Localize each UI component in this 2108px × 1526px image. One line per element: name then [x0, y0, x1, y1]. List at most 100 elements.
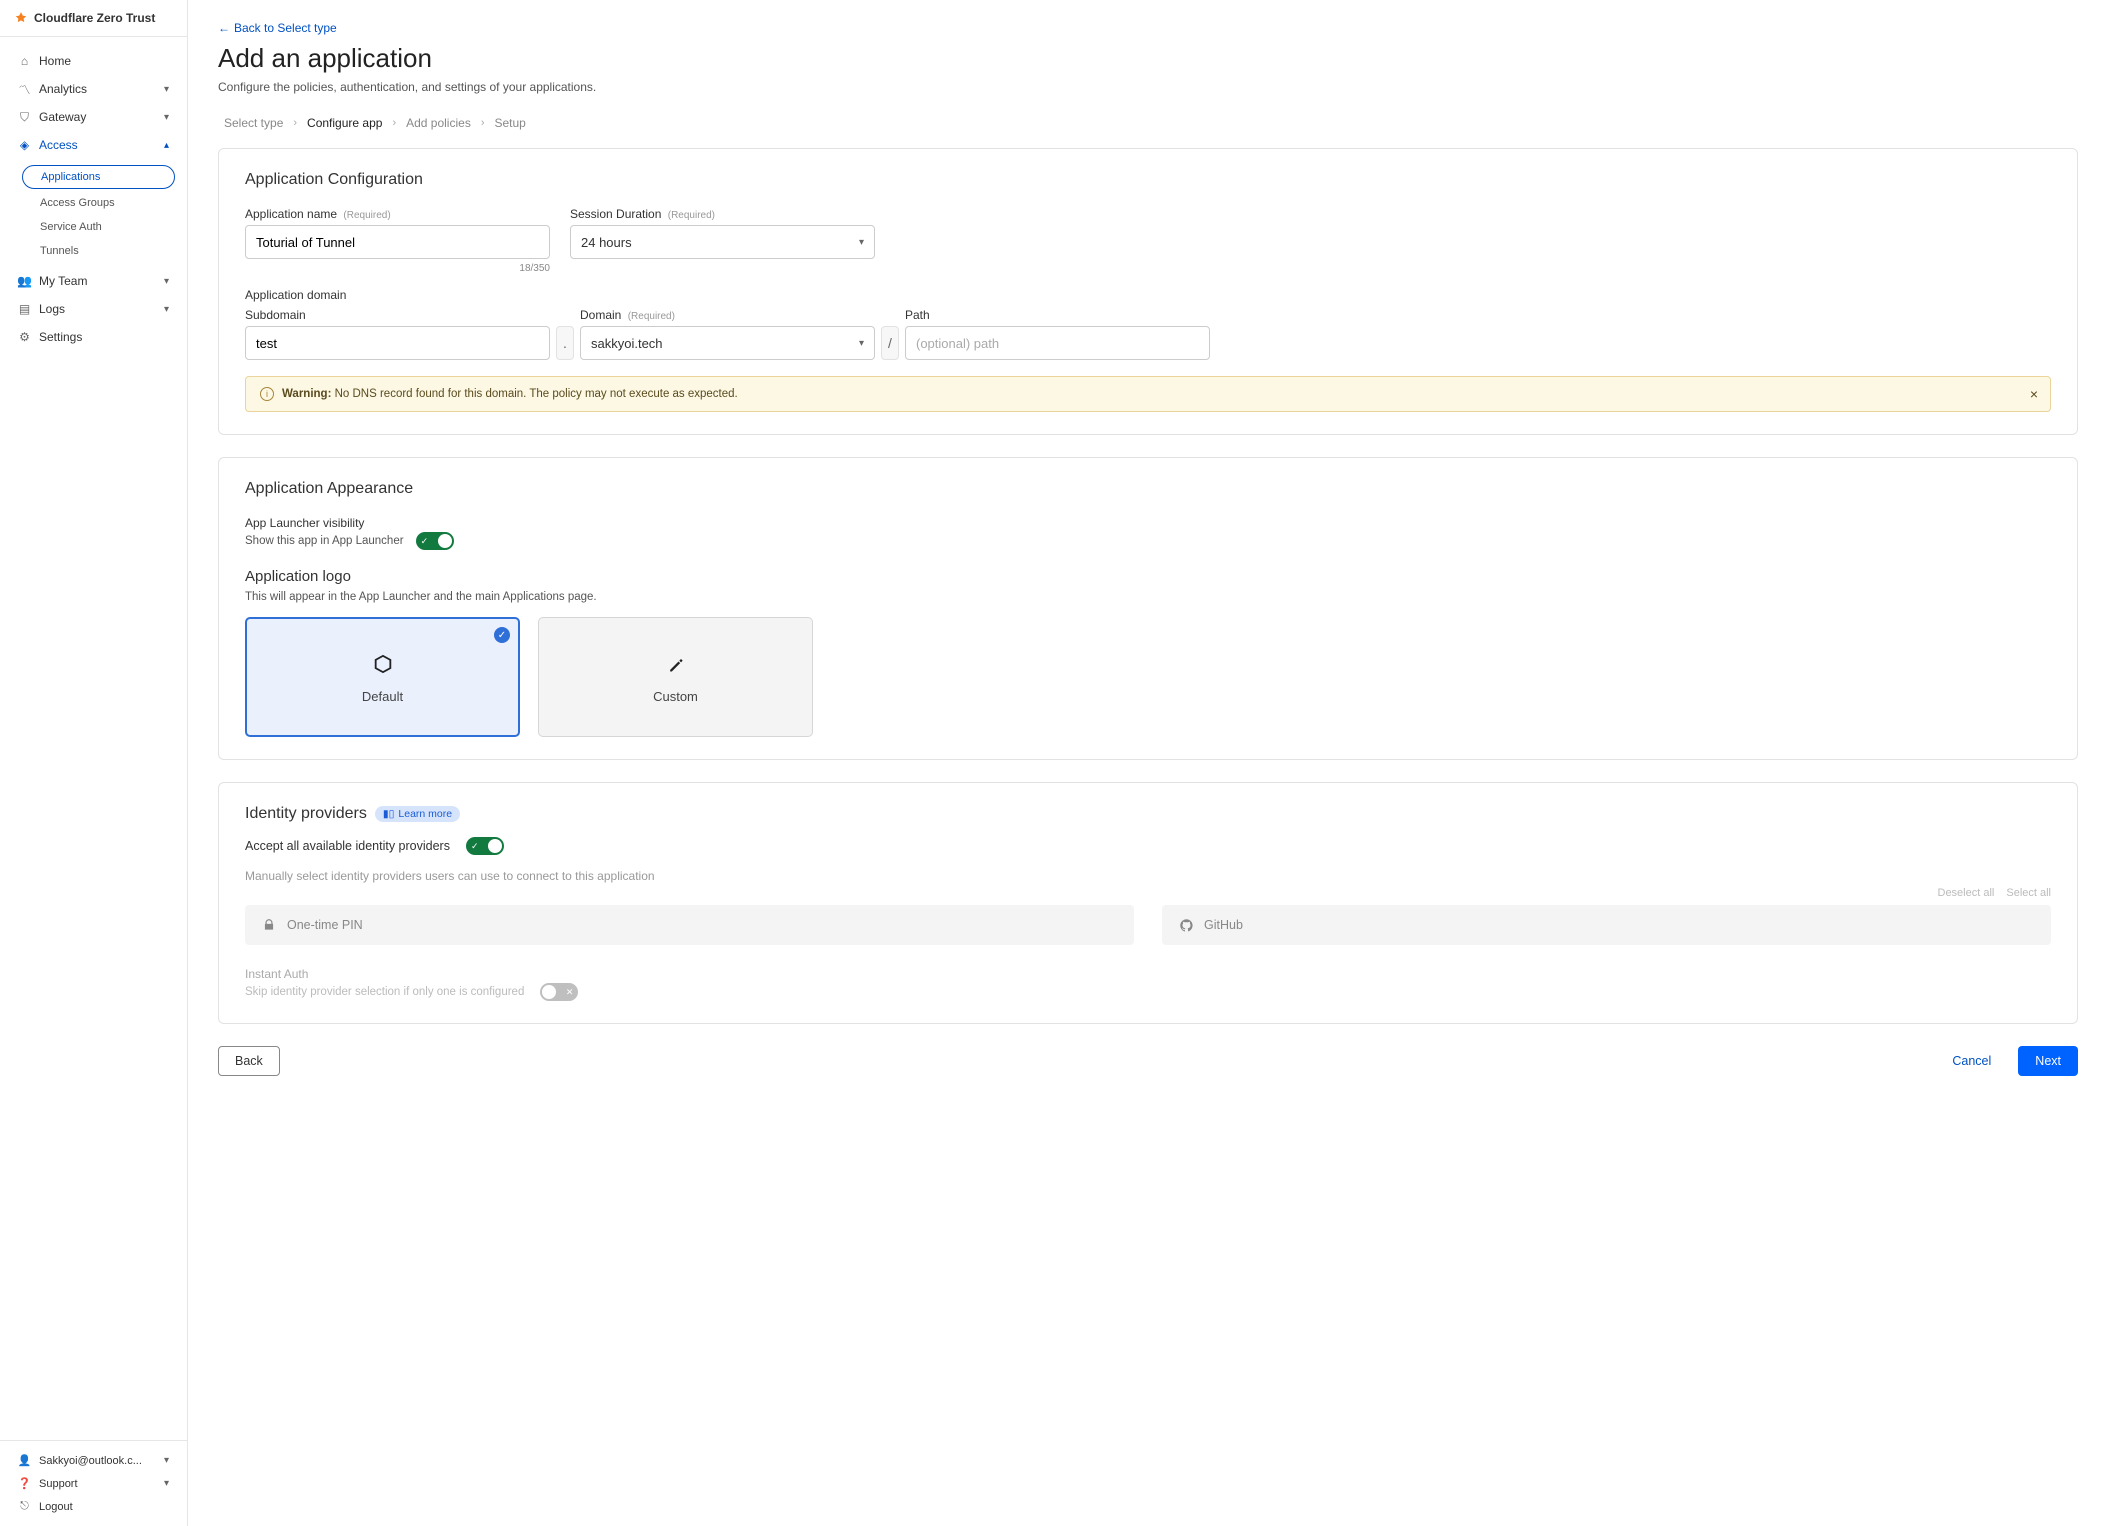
wand-icon: [663, 651, 689, 677]
subdomain-input[interactable]: [245, 326, 550, 360]
app-domain-label: Application domain: [245, 288, 2051, 302]
nav-access[interactable]: ◈ Access ▴: [0, 131, 187, 159]
cloudflare-logo-icon: [14, 11, 28, 25]
idp-actions: Deselect all Select all: [245, 887, 2051, 899]
learn-more-badge[interactable]: ▮▯ Learn more: [375, 806, 460, 822]
sidebar-footer: 👤 Sakkyoi@outlook.c... ▾ ❓ Support ▾ ⎋ L…: [0, 1440, 187, 1526]
next-button[interactable]: Next: [2018, 1046, 2078, 1076]
chevron-down-icon: ▾: [164, 1455, 169, 1466]
instant-auth-toggle[interactable]: ✕: [540, 983, 578, 1001]
visibility-toggle[interactable]: ✓: [416, 532, 454, 550]
subnav-applications[interactable]: Applications: [22, 165, 175, 189]
dns-warning: i Warning: No DNS record found for this …: [245, 376, 2051, 412]
idp-grid: One-time PIN GitHub: [245, 905, 2051, 945]
arrow-left-icon: ←: [218, 21, 230, 35]
step-configure-app[interactable]: Configure app: [307, 116, 382, 130]
user-icon: 👤: [18, 1454, 31, 1467]
instant-auth-desc: Skip identity provider selection if only…: [245, 986, 524, 998]
select-all-link[interactable]: Select all: [2006, 887, 2051, 899]
app-appearance-title: Application Appearance: [245, 480, 2051, 498]
logo-options: ✓ Default Custom: [245, 617, 2051, 737]
nav-home[interactable]: ⌂ Home: [0, 47, 187, 75]
book-icon: ▮▯: [383, 808, 395, 820]
sidebar: Cloudflare Zero Trust ⌂ Home 〽 Analytics…: [0, 0, 188, 1526]
page-title: Add an application: [218, 43, 2078, 74]
app-appearance-card: Application Appearance App Launcher visi…: [218, 457, 2078, 760]
visibility-label: App Launcher visibility: [245, 516, 2051, 530]
logo-option-default[interactable]: ✓ Default: [245, 617, 520, 737]
chevron-up-icon: ▴: [164, 140, 169, 151]
nav-analytics[interactable]: 〽 Analytics ▾: [0, 75, 187, 103]
logo-option-custom[interactable]: Custom: [538, 617, 813, 737]
subnav-service-auth[interactable]: Service Auth: [0, 215, 187, 239]
chevron-right-icon: ›: [293, 117, 297, 129]
nav-logs[interactable]: ▤ Logs ▾: [0, 295, 187, 323]
analytics-icon: 〽: [18, 83, 31, 96]
idp-card: Identity providers ▮▯ Learn more Accept …: [218, 782, 2078, 1024]
session-duration-select[interactable]: 24 hours ▾: [570, 225, 875, 259]
session-duration-label: Session Duration (Required): [570, 207, 875, 221]
domain-select[interactable]: sakkyoi.tech ▾: [580, 326, 875, 360]
footer-logout[interactable]: ⎋ Logout: [0, 1495, 187, 1518]
back-link[interactable]: ← Back to Select type: [218, 21, 337, 35]
instant-auth-title: Instant Auth: [245, 967, 2051, 981]
main-content: ← Back to Select type Add an application…: [188, 0, 2108, 1526]
github-icon: [1178, 917, 1194, 933]
footer-bar: Back Cancel Next: [218, 1046, 2078, 1076]
team-icon: 👥: [18, 275, 31, 288]
idp-github[interactable]: GitHub: [1162, 905, 2051, 945]
logo-desc: This will appear in the App Launcher and…: [245, 591, 2051, 603]
logo-title: Application logo: [245, 568, 2051, 585]
subnav-tunnels[interactable]: Tunnels: [0, 239, 187, 263]
chevron-right-icon: ›: [392, 117, 396, 129]
nav-settings[interactable]: ⚙ Settings: [0, 323, 187, 351]
chevron-right-icon: ›: [481, 117, 485, 129]
lock-icon: [261, 917, 277, 933]
gear-icon: ⚙: [18, 331, 31, 344]
selected-badge-icon: ✓: [494, 627, 510, 643]
nav-gateway[interactable]: ⛉ Gateway ▾: [0, 103, 187, 131]
accept-all-toggle[interactable]: ✓: [466, 837, 504, 855]
x-icon: ✕: [566, 987, 574, 998]
logs-icon: ▤: [18, 303, 31, 316]
step-select-type[interactable]: Select type: [224, 116, 283, 130]
access-subnav: Applications Access Groups Service Auth …: [0, 159, 187, 267]
chevron-down-icon: ▾: [164, 112, 169, 123]
footer-support[interactable]: ❓ Support ▾: [0, 1472, 187, 1495]
nav-my-team[interactable]: 👥 My Team ▾: [0, 267, 187, 295]
app-config-card: Application Configuration Application na…: [218, 148, 2078, 435]
logout-icon: ⎋: [18, 1500, 31, 1513]
access-icon: ◈: [18, 139, 31, 152]
caret-down-icon: ▾: [859, 338, 864, 349]
step-setup[interactable]: Setup: [495, 116, 526, 130]
nav: ⌂ Home 〽 Analytics ▾ ⛉ Gateway ▾ ◈ Acces…: [0, 37, 187, 1440]
toggle-knob: [542, 985, 556, 999]
dot-separator: .: [556, 326, 574, 360]
step-add-policies[interactable]: Add policies: [406, 116, 471, 130]
path-input[interactable]: [905, 326, 1210, 360]
subnav-access-groups[interactable]: Access Groups: [0, 191, 187, 215]
close-warning-button[interactable]: ×: [2030, 386, 2038, 402]
brand-header: Cloudflare Zero Trust: [0, 0, 187, 37]
cancel-button[interactable]: Cancel: [1935, 1046, 2008, 1076]
footer-user[interactable]: 👤 Sakkyoi@outlook.c... ▾: [0, 1449, 187, 1472]
chevron-down-icon: ▾: [164, 276, 169, 287]
visibility-desc: Show this app in App Launcher: [245, 535, 404, 547]
warning-icon: i: [260, 387, 274, 401]
deselect-all-link[interactable]: Deselect all: [1938, 887, 1995, 899]
cube-icon: [370, 651, 396, 677]
check-icon: ✓: [471, 841, 479, 852]
idp-one-time-pin[interactable]: One-time PIN: [245, 905, 1134, 945]
slash-separator: /: [881, 326, 899, 360]
app-name-input[interactable]: [245, 225, 550, 259]
path-label: Path: [905, 308, 1210, 322]
toggle-knob: [488, 839, 502, 853]
wizard-steps: Select type › Configure app › Add polici…: [218, 116, 2078, 130]
domain-label: Domain (Required): [580, 308, 875, 322]
brand-text: Cloudflare Zero Trust: [34, 11, 155, 25]
back-button[interactable]: Back: [218, 1046, 280, 1076]
help-icon: ❓: [18, 1477, 31, 1490]
accept-all-label: Accept all available identity providers: [245, 839, 450, 853]
toggle-knob: [438, 534, 452, 548]
gateway-icon: ⛉: [18, 111, 31, 124]
